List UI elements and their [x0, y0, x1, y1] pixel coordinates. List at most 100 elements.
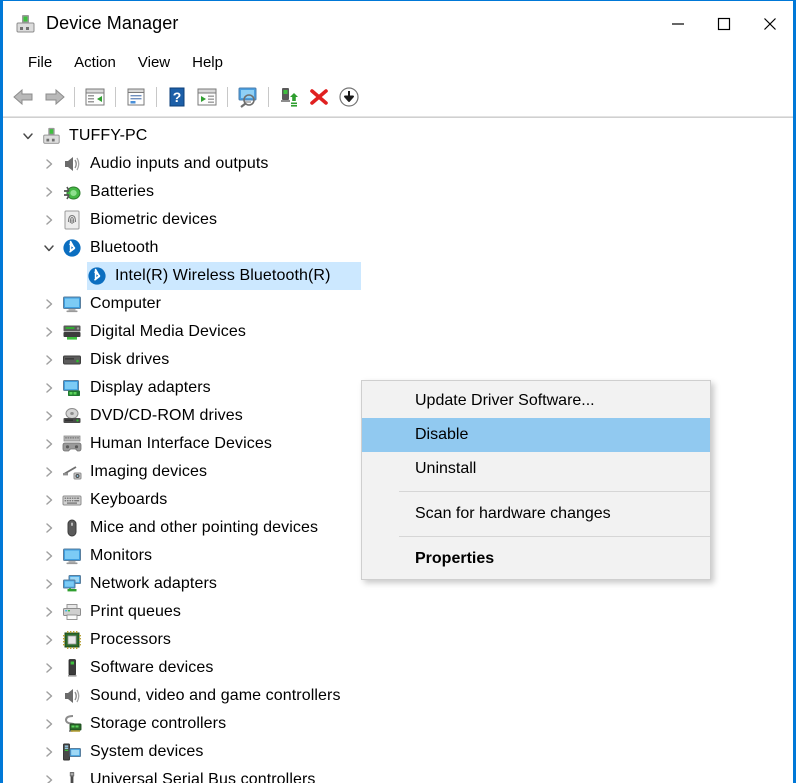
chevron-right-icon[interactable] — [36, 662, 62, 674]
chevron-right-icon[interactable] — [36, 214, 62, 226]
menu-help[interactable]: Help — [181, 51, 234, 74]
menu-view[interactable]: View — [127, 51, 181, 74]
bluetooth-icon — [87, 266, 107, 286]
tree-row-label: Universal Serial Bus controllers — [90, 771, 316, 783]
tree-row-label: Disk drives — [90, 351, 170, 368]
tree-row[interactable]: Audio inputs and outputs — [3, 150, 793, 178]
tree-row[interactable]: Batteries — [3, 178, 793, 206]
chevron-right-icon[interactable] — [36, 774, 62, 783]
tree-row-label: Computer — [90, 295, 162, 312]
disable-device-icon[interactable] — [334, 82, 364, 112]
menu-action[interactable]: Action — [63, 51, 127, 74]
maximize-button[interactable] — [701, 1, 747, 46]
monitor-icon — [62, 546, 82, 566]
tree-row[interactable]: System devices — [3, 738, 793, 766]
window-controls — [655, 1, 793, 46]
svg-text:?: ? — [173, 89, 182, 105]
fingerprint-icon — [62, 210, 82, 230]
context-menu-separator — [399, 536, 710, 537]
chevron-right-icon[interactable] — [36, 466, 62, 478]
tree-row[interactable]: Digital Media Devices — [3, 318, 793, 346]
tree-row-label: Biometric devices — [90, 211, 218, 228]
chevron-down-icon[interactable] — [15, 130, 41, 142]
menu-file[interactable]: File — [17, 51, 63, 74]
minimize-button[interactable] — [655, 1, 701, 46]
tree-row[interactable]: Software devices — [3, 654, 793, 682]
battery-icon — [62, 182, 82, 202]
tree-row[interactable]: TUFFY-PC — [3, 122, 793, 150]
tree-row[interactable]: Bluetooth — [3, 234, 793, 262]
forward-arrow-icon[interactable] — [39, 82, 69, 112]
enable-device-icon[interactable] — [274, 82, 304, 112]
help-icon[interactable]: ? — [162, 82, 192, 112]
system-device-icon — [62, 742, 82, 762]
device-tree-panel[interactable]: TUFFY-PC Audio inputs and outputs Batterie… — [3, 117, 793, 783]
chevron-down-icon[interactable] — [36, 242, 62, 254]
tree-row-label: Audio inputs and outputs — [90, 155, 269, 172]
chevron-right-icon[interactable] — [36, 438, 62, 450]
chevron-right-icon[interactable] — [36, 746, 62, 758]
update-driver-icon[interactable] — [192, 82, 222, 112]
menu-bar: File Action View Help — [3, 46, 793, 78]
tree-row-label: TUFFY-PC — [69, 127, 148, 144]
chevron-right-icon[interactable] — [36, 718, 62, 730]
context-menu-item-properties[interactable]: Properties — [362, 542, 710, 576]
chevron-right-icon[interactable] — [36, 382, 62, 394]
storage-controller-icon — [62, 714, 82, 734]
tree-row-label: System devices — [90, 743, 204, 760]
scan-for-hardware-changes-icon[interactable] — [233, 82, 263, 112]
tree-row-selected[interactable]: Intel(R) Wireless Bluetooth(R) — [3, 262, 793, 290]
title-bar: Device Manager — [3, 1, 793, 46]
tree-row[interactable]: Universal Serial Bus controllers — [3, 766, 793, 783]
properties-window-icon[interactable] — [121, 82, 151, 112]
keyboard-icon — [62, 490, 82, 510]
show-hide-console-tree-icon[interactable] — [80, 82, 110, 112]
chevron-right-icon[interactable] — [36, 354, 62, 366]
chevron-right-icon[interactable] — [36, 158, 62, 170]
software-device-icon — [62, 658, 82, 678]
toolbar-separator — [74, 87, 75, 107]
bluetooth-icon — [62, 238, 82, 258]
tree-row[interactable]: Print queues — [3, 598, 793, 626]
chevron-right-icon[interactable] — [36, 578, 62, 590]
tree-row[interactable]: Processors — [3, 626, 793, 654]
mouse-icon — [62, 518, 82, 538]
tree-row[interactable]: Biometric devices — [3, 206, 793, 234]
close-button[interactable] — [747, 1, 793, 46]
tree-row[interactable]: Computer — [3, 290, 793, 318]
chevron-right-icon[interactable] — [36, 410, 62, 422]
tree-row[interactable]: Storage controllers — [3, 710, 793, 738]
chevron-right-icon[interactable] — [36, 550, 62, 562]
uninstall-device-icon[interactable] — [304, 82, 334, 112]
speaker-icon — [62, 154, 82, 174]
back-arrow-icon[interactable] — [9, 82, 39, 112]
context-menu-item-disable[interactable]: Disable — [362, 418, 710, 452]
chevron-right-icon[interactable] — [36, 522, 62, 534]
chevron-right-icon[interactable] — [36, 634, 62, 646]
tree-row-label: Monitors — [90, 547, 153, 564]
tree-row-label: Sound, video and game controllers — [90, 687, 341, 704]
chevron-right-icon[interactable] — [36, 298, 62, 310]
device-plug-icon — [14, 13, 36, 35]
chevron-right-icon[interactable] — [36, 326, 62, 338]
gamepad-icon — [62, 434, 82, 454]
scanner-icon — [62, 462, 82, 482]
context-menu-item-update-driver-software[interactable]: Update Driver Software... — [362, 384, 710, 418]
chevron-right-icon[interactable] — [36, 606, 62, 618]
monitor-icon — [62, 294, 82, 314]
chevron-right-icon[interactable] — [36, 494, 62, 506]
device-manager-window: Device Manager File Action View Help ? T… — [0, 0, 796, 783]
tree-row-label: Network adapters — [90, 575, 217, 592]
tree-row-label: Software devices — [90, 659, 214, 676]
chevron-right-icon[interactable] — [36, 186, 62, 198]
tree-row[interactable]: Disk drives — [3, 346, 793, 374]
tree-row[interactable]: Sound, video and game controllers — [3, 682, 793, 710]
printer-icon — [62, 602, 82, 622]
usb-icon — [62, 770, 82, 783]
tree-row-label: Mice and other pointing devices — [90, 519, 319, 536]
context-menu-item-scan-for-hardware-changes[interactable]: Scan for hardware changes — [362, 497, 710, 531]
chevron-right-icon[interactable] — [36, 690, 62, 702]
tree-row-label: Bluetooth — [90, 239, 159, 256]
context-menu-item-uninstall[interactable]: Uninstall — [362, 452, 710, 486]
disk-drive-icon — [62, 350, 82, 370]
